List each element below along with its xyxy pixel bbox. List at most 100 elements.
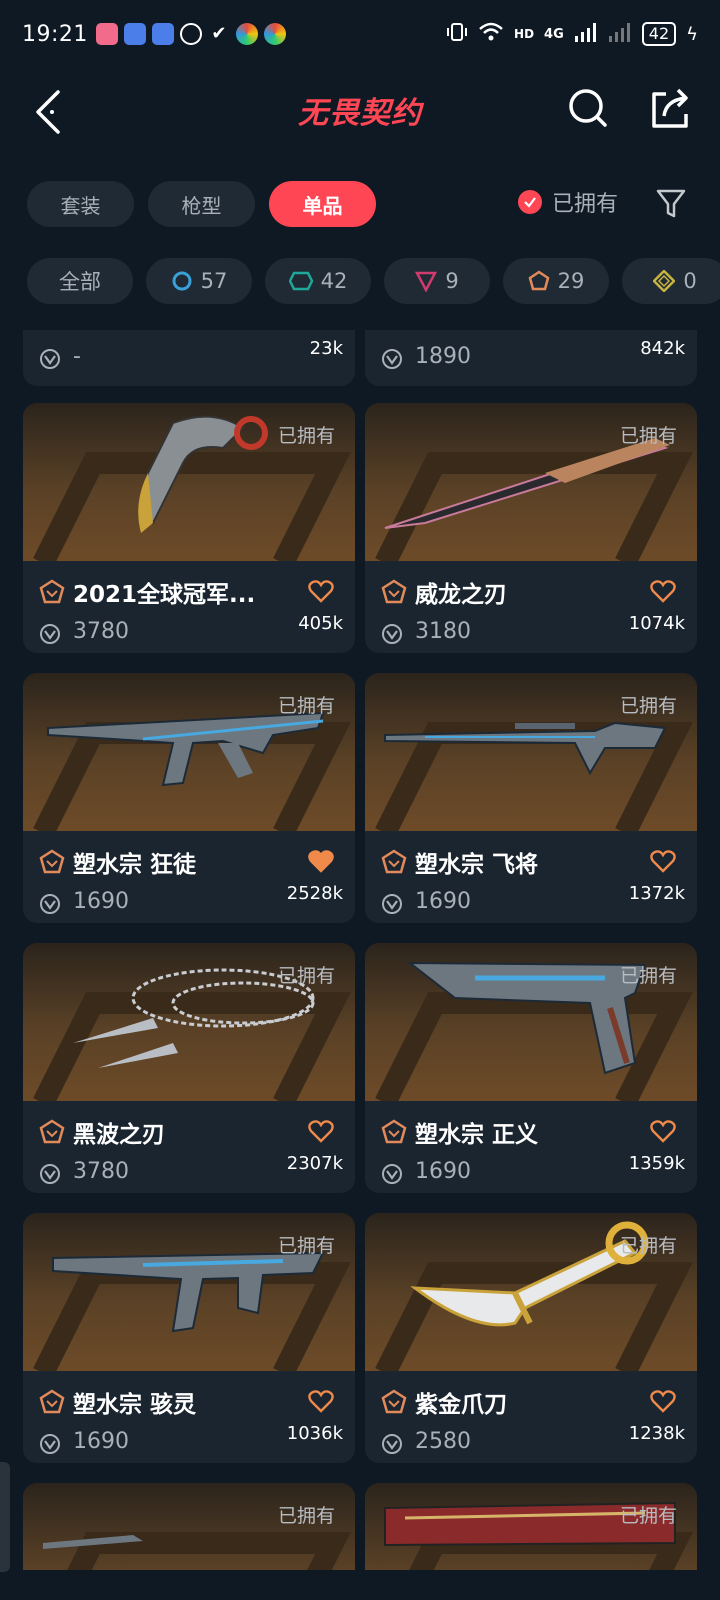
skin-card[interactable]: 已拥有 bbox=[23, 1483, 355, 1570]
skin-price: - bbox=[73, 344, 81, 369]
skin-price: 1890 bbox=[415, 344, 471, 369]
tab-weapon-type[interactable]: 枪型 bbox=[148, 181, 255, 227]
select-edition-icon bbox=[172, 271, 192, 291]
app-notification-icon bbox=[95, 23, 118, 45]
heart-icon[interactable] bbox=[307, 1117, 335, 1145]
status-bar: 19:21 ✔ HD 4G 42 ϟ bbox=[0, 0, 720, 68]
skin-card[interactable]: 已拥有 2021全球冠军... 3780 405k bbox=[23, 403, 355, 653]
skin-image: 已拥有 bbox=[23, 1483, 355, 1570]
skin-card[interactable]: 已拥有 威龙之刃 3180 1074k bbox=[365, 403, 697, 653]
skin-image: 已拥有 bbox=[23, 673, 355, 831]
chat-icon bbox=[179, 23, 202, 45]
exclusive-edition-icon bbox=[39, 579, 65, 604]
skin-card[interactable]: 已拥有 bbox=[365, 1483, 697, 1570]
like-count: 23k bbox=[309, 338, 343, 359]
vp-currency-icon bbox=[40, 894, 60, 914]
status-indicators: HD 4G 42 ϟ bbox=[446, 21, 698, 47]
search-button[interactable] bbox=[564, 84, 612, 132]
exclusive-edition-icon bbox=[381, 1119, 407, 1144]
skin-card[interactable]: 已拥有 塑水宗 正义 1690 1359k bbox=[365, 943, 697, 1193]
skin-card-partial[interactable]: 1890 842k bbox=[365, 330, 697, 386]
notification-icons: ✔ bbox=[95, 23, 286, 45]
skin-name: 2021全球冠军... bbox=[73, 582, 256, 608]
skin-name: 紫金爪刀 bbox=[415, 1392, 507, 1418]
page-title: 无畏契约 bbox=[298, 96, 422, 131]
skin-name: 黑波之刃 bbox=[73, 1122, 165, 1148]
heart-icon[interactable] bbox=[649, 577, 677, 605]
tab-single-items[interactable]: 单品 bbox=[269, 181, 376, 227]
app-header: 无畏契约 bbox=[0, 72, 720, 146]
chip-premium-edition[interactable]: 9 bbox=[384, 258, 490, 304]
skin-name: 塑水宗 骇灵 bbox=[73, 1392, 197, 1418]
chip-deluxe-edition[interactable]: 42 bbox=[265, 258, 371, 304]
vp-currency-icon bbox=[40, 1434, 60, 1454]
chip-count: 57 bbox=[200, 269, 228, 293]
skin-card[interactable]: 已拥有 紫金爪刀 2580 1238k bbox=[365, 1213, 697, 1463]
status-time: 19:21 bbox=[22, 21, 88, 47]
heart-filled-icon[interactable] bbox=[307, 847, 335, 875]
chip-count: 42 bbox=[320, 269, 348, 293]
skin-image: 已拥有 bbox=[23, 403, 355, 561]
vp-currency-icon bbox=[382, 624, 402, 644]
chip-exclusive-edition[interactable]: 29 bbox=[503, 258, 609, 304]
skin-card[interactable]: 已拥有 黑波之刃 3780 2307k bbox=[23, 943, 355, 1193]
skin-image: 已拥有 bbox=[365, 943, 697, 1101]
like-count: 1372k bbox=[628, 883, 685, 904]
app-notification-icon bbox=[123, 23, 146, 45]
skin-price: 1690 bbox=[73, 1429, 129, 1454]
heart-icon[interactable] bbox=[649, 1387, 677, 1415]
owned-label: 已拥有 bbox=[619, 1505, 677, 1527]
heart-icon[interactable] bbox=[307, 1387, 335, 1415]
filter-button[interactable] bbox=[654, 186, 688, 220]
app-notification-icon bbox=[151, 23, 174, 45]
like-count: 1036k bbox=[286, 1423, 343, 1444]
charging-icon: ϟ bbox=[686, 23, 698, 45]
signal-icon-2 bbox=[608, 21, 632, 47]
skin-price: 2580 bbox=[415, 1429, 471, 1454]
skin-image: 已拥有 bbox=[23, 1213, 355, 1371]
owned-label: 已拥有 bbox=[619, 965, 677, 987]
skin-price: 1690 bbox=[73, 889, 129, 914]
edge-gesture-handle[interactable] bbox=[0, 1462, 10, 1572]
skin-card[interactable]: 已拥有 塑水宗 狂徒 1690 2528k bbox=[23, 673, 355, 923]
app-notification-icon bbox=[263, 23, 286, 45]
exclusive-edition-icon bbox=[381, 579, 407, 604]
skin-card[interactable]: 已拥有 塑水宗 飞将 1690 1372k bbox=[365, 673, 697, 923]
premium-edition-icon bbox=[415, 271, 438, 292]
skin-grid: - 23k 1890 842k 已拥有 2021全球冠军... 3780 405… bbox=[0, 330, 720, 1570]
chip-count: 9 bbox=[445, 269, 459, 293]
like-count: 405k bbox=[298, 613, 343, 634]
rarity-filter-chips: 全部 57 42 9 29 0 bbox=[27, 258, 720, 304]
vp-currency-icon bbox=[382, 349, 402, 369]
chip-select-edition[interactable]: 57 bbox=[146, 258, 252, 304]
vp-currency-icon bbox=[40, 624, 60, 644]
skin-image: 已拥有 bbox=[23, 943, 355, 1101]
owned-label: 已拥有 bbox=[619, 695, 677, 717]
exclusive-edition-icon bbox=[39, 1119, 65, 1144]
skin-card[interactable]: 已拥有 塑水宗 骇灵 1690 1036k bbox=[23, 1213, 355, 1463]
owned-filter-toggle[interactable]: 已拥有 bbox=[518, 186, 618, 218]
checkmark-icon bbox=[518, 190, 542, 214]
vp-currency-icon bbox=[40, 1164, 60, 1184]
chip-all[interactable]: 全部 bbox=[27, 258, 133, 304]
like-count: 1238k bbox=[628, 1423, 685, 1444]
vp-currency-icon bbox=[40, 349, 60, 369]
skin-price: 3780 bbox=[73, 1159, 129, 1184]
skin-price: 1690 bbox=[415, 1159, 471, 1184]
chip-ultra-edition[interactable]: 0 bbox=[622, 258, 720, 304]
skin-card-partial[interactable]: - 23k bbox=[23, 330, 355, 386]
tab-bundles[interactable]: 套装 bbox=[27, 181, 134, 227]
heart-icon[interactable] bbox=[307, 577, 335, 605]
skin-image: 已拥有 bbox=[365, 1213, 697, 1371]
heart-icon[interactable] bbox=[649, 847, 677, 875]
share-button[interactable] bbox=[646, 84, 694, 132]
vp-currency-icon bbox=[382, 1434, 402, 1454]
owned-label: 已拥有 bbox=[277, 695, 335, 717]
skin-image: 已拥有 bbox=[365, 1483, 697, 1570]
heart-icon[interactable] bbox=[649, 1117, 677, 1145]
like-count: 1074k bbox=[628, 613, 685, 634]
owned-label: 已拥有 bbox=[619, 1235, 677, 1257]
owned-label: 已拥有 bbox=[277, 1505, 335, 1527]
owned-label: 已拥有 bbox=[619, 425, 677, 447]
like-count: 1359k bbox=[628, 1153, 685, 1174]
